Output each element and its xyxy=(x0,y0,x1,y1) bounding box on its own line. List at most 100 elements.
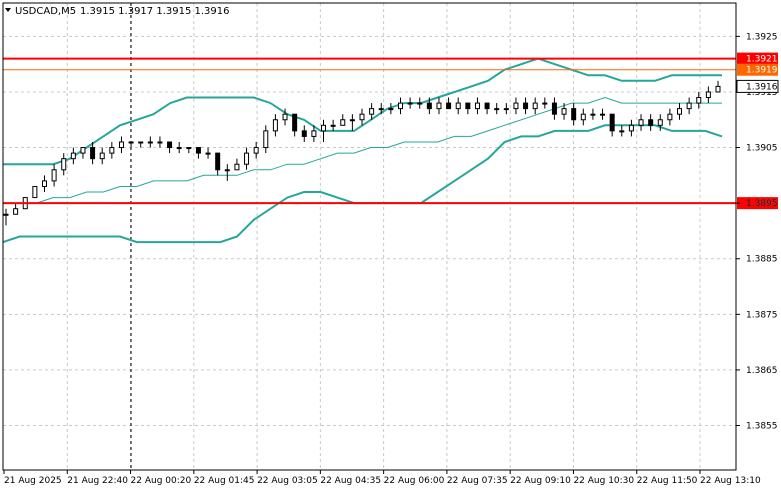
candle-body xyxy=(205,152,211,155)
candle-body xyxy=(523,102,529,110)
x-tick-label: 22 Aug 13:10 xyxy=(700,476,761,486)
candle-body xyxy=(263,130,269,149)
candle-body xyxy=(147,141,153,144)
candle-body xyxy=(619,130,625,133)
candle-body xyxy=(138,141,144,144)
candle-body xyxy=(292,113,298,132)
candle-body xyxy=(474,102,480,110)
candle-body xyxy=(215,152,221,171)
candle-body xyxy=(253,147,259,154)
candle-body xyxy=(705,91,711,99)
candle-body xyxy=(388,108,394,111)
candle-body xyxy=(378,108,384,111)
candle-body xyxy=(61,158,67,171)
candle-body xyxy=(407,102,413,105)
level-price-label: 1.3921 xyxy=(746,55,778,65)
candle-body xyxy=(628,124,634,132)
candle-body xyxy=(657,119,663,126)
chart-background xyxy=(0,0,781,489)
y-tick-label: 1.3875 xyxy=(746,310,778,320)
candle-body xyxy=(80,147,86,154)
x-tick-label: 22 Aug 10:30 xyxy=(573,476,634,486)
candle-body xyxy=(436,102,442,110)
candle-body xyxy=(494,108,500,111)
candle-body xyxy=(532,102,538,110)
candle-body xyxy=(176,147,182,150)
candle-body xyxy=(551,102,557,115)
candle-body xyxy=(109,147,115,154)
candle-body xyxy=(301,130,307,137)
candle-body xyxy=(484,102,490,110)
y-tick-label: 1.3905 xyxy=(746,144,778,154)
candle-body xyxy=(542,102,548,105)
candle-body xyxy=(580,113,586,121)
candle-body xyxy=(330,124,336,127)
candle-body xyxy=(51,169,57,182)
x-tick-label: 22 Aug 11:50 xyxy=(637,476,698,486)
candle-body xyxy=(282,113,288,121)
candle-body xyxy=(397,102,403,110)
candle-body xyxy=(186,147,192,150)
candle-body xyxy=(157,141,163,144)
symbol-timeframe: USDCAD,M5 xyxy=(15,6,76,17)
candle-body xyxy=(3,213,9,216)
candle-body xyxy=(41,180,47,187)
y-tick-label: 1.3925 xyxy=(746,32,778,42)
y-tick-label: 1.3885 xyxy=(746,255,778,265)
candle-body xyxy=(167,141,173,149)
y-tick-label: 1.3865 xyxy=(746,366,778,376)
candle-body xyxy=(686,102,692,110)
chart-header: USDCAD,M5 1.3915 1.3917 1.3915 1.3916 xyxy=(5,6,230,17)
x-tick-label: 22 Aug 06:00 xyxy=(384,476,445,486)
y-tick-label: 1.3855 xyxy=(746,422,778,432)
x-tick-label: 22 Aug 09:10 xyxy=(510,476,571,486)
x-tick-label: 22 Aug 04:35 xyxy=(320,476,381,486)
candle-body xyxy=(99,152,105,160)
candle-body xyxy=(340,119,346,126)
candle-body xyxy=(696,97,702,104)
candle-body xyxy=(609,113,615,132)
candle-body xyxy=(195,147,201,154)
candle-body xyxy=(224,169,230,172)
candle-body xyxy=(118,141,124,149)
candle-body xyxy=(359,113,365,121)
candle-body xyxy=(70,152,76,160)
candle-body xyxy=(321,124,327,132)
current-price-label: 1.3916 xyxy=(746,82,778,92)
price-chart[interactable]: 1.39211.39191.3895 1.39251.39151.39051.3… xyxy=(0,0,781,489)
candle-body xyxy=(513,102,519,110)
candle-body xyxy=(638,119,644,126)
candle-body xyxy=(503,108,509,111)
candle-body xyxy=(561,108,567,115)
candle-body xyxy=(32,185,38,199)
x-tick-label: 21 Aug 22:40 xyxy=(67,476,128,486)
candle-body xyxy=(13,208,19,215)
candle-body xyxy=(90,147,96,160)
y-tick-label: 1.3895 xyxy=(746,199,778,209)
candle-body xyxy=(311,130,317,137)
candle-body xyxy=(465,102,471,110)
candle-body xyxy=(128,141,134,144)
candle-body xyxy=(455,102,461,110)
x-tick-label: 21 Aug 2025 xyxy=(4,476,62,486)
level-price-label: 1.3919 xyxy=(746,66,778,76)
candle-body xyxy=(677,108,683,115)
x-tick-label: 22 Aug 07:35 xyxy=(447,476,508,486)
candle-body xyxy=(244,152,250,165)
x-tick-label: 22 Aug 01:45 xyxy=(194,476,255,486)
candle-body xyxy=(234,163,240,171)
candle-body xyxy=(446,102,452,110)
candle-body xyxy=(667,113,673,121)
candle-body xyxy=(571,108,577,121)
x-tick-label: 22 Aug 03:05 xyxy=(257,476,318,486)
candle-body xyxy=(600,113,606,116)
x-tick-label: 22 Aug 00:20 xyxy=(131,476,192,486)
candle-body xyxy=(369,108,375,115)
candle-body xyxy=(426,102,432,110)
candle-body xyxy=(417,102,423,105)
candle-body xyxy=(272,119,278,132)
candle-body xyxy=(648,119,654,126)
candle-body xyxy=(590,113,596,116)
ohlc-values: 1.3915 1.3917 1.3915 1.3916 xyxy=(80,6,230,17)
candle-body xyxy=(349,119,355,122)
